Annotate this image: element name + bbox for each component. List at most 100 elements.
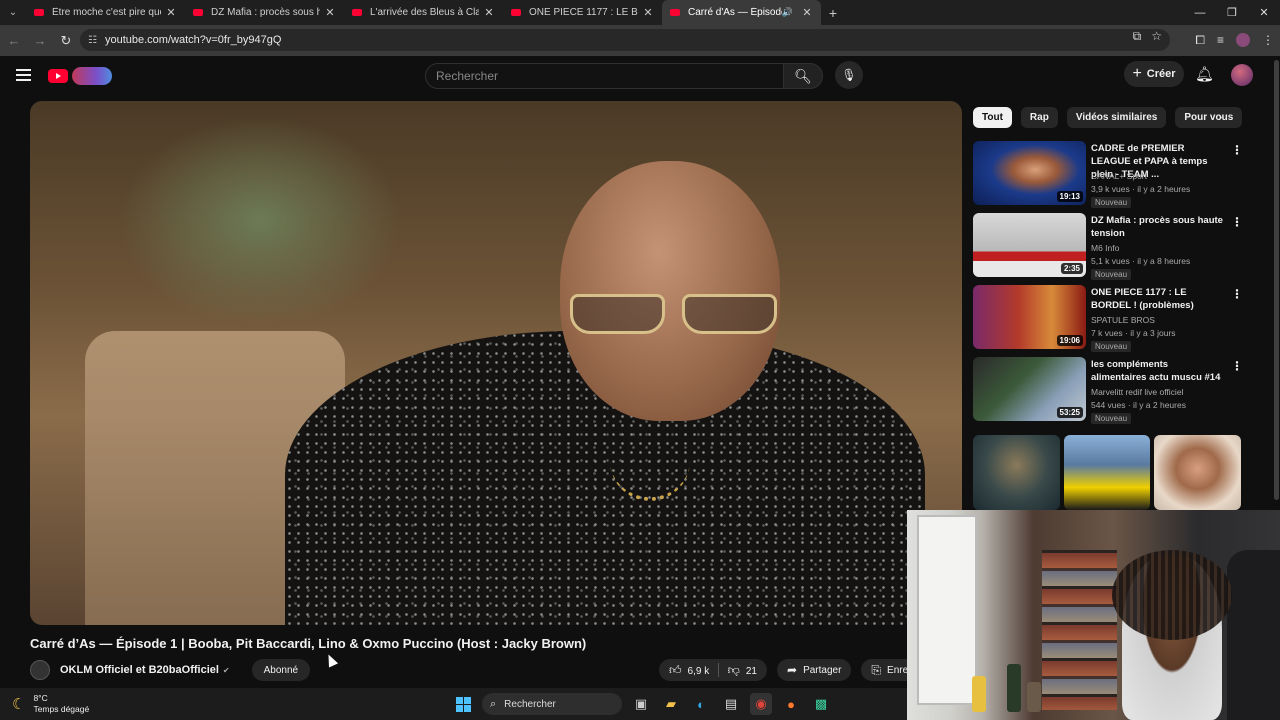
reload-icon[interactable]: ↻ xyxy=(54,29,78,53)
chip-for-you[interactable]: Pour vous xyxy=(1175,107,1243,128)
share-button[interactable]: ➦ Partager xyxy=(777,659,852,681)
close-tab-icon[interactable]: ✕ xyxy=(642,6,654,19)
start-button[interactable] xyxy=(452,693,474,715)
browser-tab[interactable]: ONE PIECE 1177 : LE BORDEL ! ✕ xyxy=(503,0,662,25)
close-tab-icon[interactable]: ✕ xyxy=(324,6,336,19)
short-thumbnail[interactable] xyxy=(1154,435,1242,510)
new-badge: Nouveau xyxy=(1091,413,1132,424)
more-actions-icon[interactable]: ⋮ xyxy=(1231,287,1243,301)
recommendation-item[interactable]: 19:13 CADRE de PREMIER LEAGUE et PAPA à … xyxy=(973,141,1243,208)
subscribe-button[interactable]: Abonné xyxy=(251,659,311,681)
dislike-button[interactable]: 👎︎ 21 xyxy=(728,663,757,678)
minimize-icon[interactable]: — xyxy=(1184,0,1216,25)
extensions-icon[interactable]: ⧠ xyxy=(1195,33,1205,48)
webcam-overlay xyxy=(907,510,1280,720)
recommendation-channel[interactable]: SPATULE BROS xyxy=(1091,315,1155,325)
browser-tab[interactable]: DZ Mafia : procès sous haute te ✕ xyxy=(185,0,344,25)
profile-avatar-icon[interactable] xyxy=(1236,33,1250,47)
recommendation-title[interactable]: ONE PIECE 1177 : LE BORDEL ! (problèmes) xyxy=(1091,286,1226,312)
recommendation-channel[interactable]: CANAL+ Sport xyxy=(1091,171,1147,181)
channel-name[interactable]: OKLM Officiel et B20baOfficiel xyxy=(60,664,219,676)
create-button[interactable]: + Créer xyxy=(1124,61,1184,87)
cast-icon[interactable]: ⧉ xyxy=(1133,29,1142,44)
video-player[interactable] xyxy=(30,101,962,625)
recommendation-title[interactable]: DZ Mafia : procès sous haute tension xyxy=(1091,214,1226,240)
menu-icon[interactable] xyxy=(16,69,31,84)
browser-tab[interactable]: L'arrivée des Bleus à Clairefont ✕ xyxy=(344,0,503,25)
search-icon: ⌕ xyxy=(490,697,497,710)
close-tab-icon[interactable]: ✕ xyxy=(801,6,813,19)
tab-groups-icon[interactable]: ≡ xyxy=(1217,33,1224,47)
youtube-favicon-icon xyxy=(34,9,44,16)
maximize-icon[interactable]: ❐ xyxy=(1216,0,1248,25)
youtube-favicon-icon xyxy=(670,9,680,16)
close-tab-icon[interactable]: ✕ xyxy=(165,6,177,19)
short-thumbnail[interactable] xyxy=(1063,435,1151,510)
browser-tab-active[interactable]: Carré d'As — Épisode 1 | Bo🔊 ✕ xyxy=(662,0,821,25)
voice-search-button[interactable]: 🎙︎ xyxy=(835,61,863,89)
recommendation-item[interactable]: 2:35 DZ Mafia : procès sous haute tensio… xyxy=(973,213,1243,280)
store-icon[interactable]: ▤ xyxy=(720,693,742,715)
site-info-icon[interactable]: ☷ xyxy=(88,35,97,46)
video-thumbnail[interactable]: 19:13 xyxy=(973,141,1086,205)
shorts-row xyxy=(973,435,1242,510)
more-actions-icon[interactable]: ⋮ xyxy=(1231,215,1243,229)
browser-menu-icon[interactable]: ⋮ xyxy=(1262,33,1274,47)
sound-playing-icon[interactable]: 🔊 xyxy=(782,7,793,18)
search-input[interactable]: Rechercher xyxy=(425,63,784,89)
page-scrollbar[interactable] xyxy=(1274,60,1279,500)
short-thumbnail[interactable] xyxy=(973,435,1060,510)
task-view-icon[interactable]: ▣ xyxy=(630,693,652,715)
more-actions-icon[interactable]: ⋮ xyxy=(1231,143,1243,157)
like-button[interactable]: 👍︎ 6,9 k xyxy=(669,663,709,678)
recommendation-channel[interactable]: M6 Info xyxy=(1091,243,1119,253)
account-avatar[interactable] xyxy=(1231,64,1253,86)
youtube-favicon-icon xyxy=(511,9,521,16)
video-title: Carré d’As — Épisode 1 | Booba, Pit Bacc… xyxy=(30,636,587,651)
chrome-icon[interactable]: ◉ xyxy=(750,693,772,715)
file-explorer-icon[interactable]: ▰ xyxy=(660,693,682,715)
notifications-bell-icon[interactable]: 🔔︎ xyxy=(1195,65,1214,83)
video-frame-glasses xyxy=(570,286,790,334)
search-button[interactable]: 🔍︎ xyxy=(783,63,823,89)
bookmark-icon: ⎘ xyxy=(871,662,882,677)
video-thumbnail[interactable]: 53:25 xyxy=(973,357,1086,421)
recommendation-title[interactable]: les compléments alimentaires actu muscu … xyxy=(1091,358,1226,384)
thumbs-up-icon: 👍︎ xyxy=(669,662,682,677)
close-window-icon[interactable]: ✕ xyxy=(1248,0,1280,25)
edge-icon[interactable]: ◐ xyxy=(690,693,712,715)
channel-avatar[interactable] xyxy=(30,660,50,680)
weather-widget[interactable]: ☾ 8°C Temps dégagé xyxy=(12,693,89,715)
recommendation-item[interactable]: 19:06 ONE PIECE 1177 : LE BORDEL ! (prob… xyxy=(973,285,1243,352)
recommendation-item[interactable]: 53:25 les compléments alimentaires actu … xyxy=(973,357,1243,424)
browser-tab[interactable]: Être moche c'est pire que de m ✕ xyxy=(26,0,185,25)
taskbar-search[interactable]: ⌕ Rechercher xyxy=(482,693,622,715)
youtube-play-logo-icon xyxy=(48,69,68,83)
dislike-count: 21 xyxy=(745,665,757,677)
chip-rap[interactable]: Rap xyxy=(1020,107,1058,128)
more-actions-icon[interactable]: ⋮ xyxy=(1231,359,1243,373)
webcam-desk-item xyxy=(1027,682,1041,712)
youtube-favicon-icon xyxy=(352,9,362,16)
taskbar-search-label: Rechercher xyxy=(504,698,556,710)
youtube-logo[interactable] xyxy=(48,67,112,85)
chip-all[interactable]: Tout xyxy=(973,107,1012,128)
close-tab-icon[interactable]: ✕ xyxy=(483,6,495,19)
new-tab-icon[interactable]: + xyxy=(821,5,845,21)
search-icon: 🔍︎ xyxy=(794,67,812,84)
firefox-icon[interactable]: ● xyxy=(780,693,802,715)
address-bar[interactable]: ☷ youtube.com/watch?v=0fr_by947gQ xyxy=(80,29,1170,51)
create-label: Créer xyxy=(1146,68,1176,80)
back-icon[interactable]: ← xyxy=(2,29,26,53)
tab-search-chevron-icon[interactable]: ⌄ xyxy=(0,0,26,25)
chevron-right-icon[interactable]: › xyxy=(1218,109,1222,124)
streaming-app-icon[interactable]: ▩ xyxy=(810,693,832,715)
chip-similar[interactable]: Vidéos similaires xyxy=(1066,107,1167,128)
video-thumbnail[interactable]: 19:06 xyxy=(973,285,1086,349)
tab-title: DZ Mafia : procès sous haute te xyxy=(211,7,320,18)
browser-toolbar: ← → ↻ ☷ youtube.com/watch?v=0fr_by947gQ … xyxy=(0,25,1280,56)
bookmark-star-icon[interactable]: ☆ xyxy=(1151,29,1162,44)
recommendation-channel[interactable]: Marvelitt redif live officiel xyxy=(1091,387,1183,397)
video-thumbnail[interactable]: 2:35 xyxy=(973,213,1086,277)
forward-icon[interactable]: → xyxy=(28,29,52,53)
